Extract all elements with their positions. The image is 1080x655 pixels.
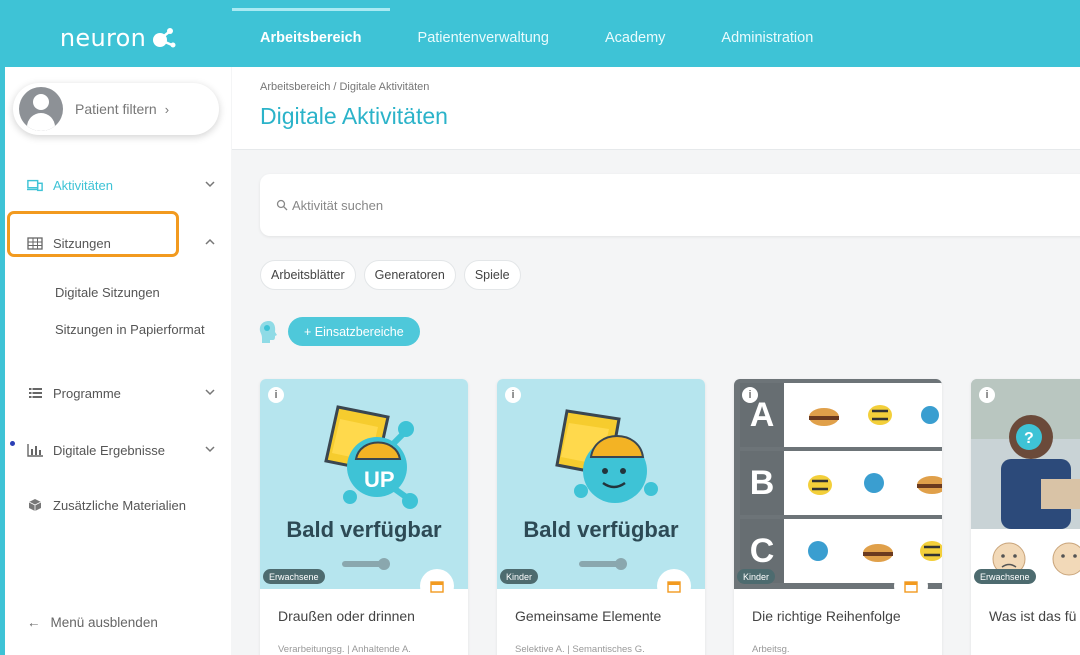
sidebar-subitem-digitale-sitzungen[interactable]: Digitale Sitzungen <box>55 285 160 300</box>
search-bar <box>260 174 1080 236</box>
hide-menu-label: Menü ausblenden <box>50 615 158 630</box>
sidebar-subitem-sitzungen-papier[interactable]: Sitzungen in Papierformat <box>55 322 205 337</box>
activity-card[interactable]: i Bald verfügbar Kinder Gemeinsame Eleme… <box>497 379 705 655</box>
chip-generatoren[interactable]: Generatoren <box>363 260 456 290</box>
sequence-row: B <box>740 451 942 515</box>
einsatzbereiche-button[interactable]: + Einsatzbereiche <box>288 317 420 346</box>
chevron-down-icon <box>205 446 215 453</box>
filter-chips: Arbeitsblätter Generatoren Spiele <box>260 260 521 290</box>
search-input[interactable] <box>292 197 992 213</box>
svg-text:UP: UP <box>364 467 395 492</box>
card-title: Was ist das fü Gesichtsausdr <box>989 608 1080 624</box>
arrow-left-icon: ← <box>27 615 41 630</box>
logo-mark-icon <box>148 27 176 49</box>
sequence-letter: B <box>740 451 784 515</box>
construction-illustration: UP <box>324 405 418 570</box>
audience-badge: Erwachsene <box>263 569 325 584</box>
sidebar: Patient filtern › Aktivitäten Sitzungen … <box>5 67 231 655</box>
brain-head-icon <box>259 320 277 343</box>
hide-menu-button[interactable]: ← Menü ausblenden <box>27 615 158 630</box>
page-header: Arbeitsbereich / Digitale Aktivitäten Di… <box>232 67 1080 150</box>
calendar-icon <box>430 580 444 593</box>
audience-badge: Erwachsene <box>974 569 1036 584</box>
sidebar-item-label: Programme <box>53 385 121 401</box>
info-icon[interactable]: i <box>742 387 758 403</box>
chevron-down-icon <box>205 389 215 396</box>
activity-card[interactable]: A B C i Kinder Die richtige Reihenfolge … <box>734 379 942 655</box>
sidebar-item-digitale-ergebnisse[interactable]: Digitale Ergebnisse <box>5 432 231 468</box>
sequence-row: A <box>740 383 942 447</box>
devices-icon <box>27 178 43 192</box>
chip-arbeitsblaetter[interactable]: Arbeitsblätter <box>260 260 356 290</box>
chip-spiele[interactable]: Spiele <box>463 260 521 290</box>
chart-icon <box>27 443 43 457</box>
list-icon <box>27 386 43 400</box>
info-icon[interactable]: i <box>979 387 995 403</box>
sidebar-item-label: Digitale Ergebnisse <box>53 442 166 458</box>
nav-administration[interactable]: Administration <box>693 8 841 67</box>
card-image: UP i Bald verfügbar Erwachsene <box>260 379 468 589</box>
svg-text:?: ? <box>1024 430 1034 447</box>
construction-illustration <box>555 409 658 570</box>
sidebar-item-aktivitaeten[interactable]: Aktivitäten <box>5 167 231 203</box>
audience-badge: Kinder <box>500 569 539 584</box>
info-icon[interactable]: i <box>505 387 521 403</box>
card-title: Gemeinsame Elemente <box>515 608 662 624</box>
chevron-up-icon <box>205 238 215 245</box>
audience-badge: Kinder <box>737 569 776 584</box>
card-title: Draußen oder drinnen <box>278 608 415 624</box>
highlight-box <box>7 211 179 257</box>
sidebar-item-zusaetzliche-materialien[interactable]: Zusätzliche Materialien <box>5 487 231 523</box>
sidebar-item-label: Aktivitäten <box>53 177 113 193</box>
calendar-button[interactable] <box>420 569 454 603</box>
einsatzbereiche-row: + Einsatzbereiche <box>258 317 420 346</box>
main-nav: Arbeitsbereich Patientenverwaltung Acade… <box>232 8 841 67</box>
avatar-icon <box>19 87 63 131</box>
sequence-items <box>809 405 939 426</box>
search-icon <box>276 199 288 211</box>
card-tags: Selektive A. | Semantisches G. <box>515 644 645 655</box>
sidebar-item-programme[interactable]: Programme <box>5 375 231 411</box>
card-tags: Arbeitsg. <box>752 644 790 655</box>
calendar-icon <box>904 580 918 593</box>
card-image: ? i Erwachsene <box>971 379 1080 589</box>
patient-filter-label: Patient filtern <box>75 101 157 117</box>
coming-soon-label: Bald verfügbar <box>523 517 679 542</box>
info-icon[interactable]: i <box>268 387 284 403</box>
coming-soon-label: Bald verfügbar <box>286 517 442 542</box>
activity-card[interactable]: UP i Bald verfügbar Erwachsene Draußen o… <box>260 379 468 655</box>
calendar-button[interactable] <box>657 569 691 603</box>
app-frame: neuron Arbeitsbereich Patientenverwaltun… <box>5 8 1080 655</box>
logo-text: neuron <box>59 23 147 52</box>
top-navigation-bar: neuron Arbeitsbereich Patientenverwaltun… <box>5 8 1080 67</box>
sequence-items <box>808 473 942 495</box>
box-icon <box>27 498 43 512</box>
card-image: i Bald verfügbar Kinder <box>497 379 705 589</box>
card-title: Die richtige Reihenfolge <box>752 608 901 624</box>
card-tags: Verarbeitungsg. | Anhaltende A. <box>278 644 411 655</box>
calendar-icon <box>667 580 681 593</box>
nav-academy[interactable]: Academy <box>577 8 693 67</box>
chevron-right-icon: › <box>164 101 170 117</box>
breadcrumb[interactable]: Arbeitsbereich / Digitale Aktivitäten <box>260 81 429 93</box>
chevron-down-icon <box>205 181 215 188</box>
patient-filter-button[interactable]: Patient filtern › <box>13 83 219 135</box>
logo[interactable]: neuron <box>5 8 231 67</box>
calendar-button[interactable] <box>894 569 928 603</box>
sidebar-item-label: Zusätzliche Materialien <box>53 497 186 513</box>
card-image: A B C i Kinder <box>734 379 942 589</box>
page-title: Digitale Aktivitäten <box>260 103 448 129</box>
activity-card[interactable]: ? i Erwachsene Was ist das fü Gesichtsau… <box>971 379 1080 655</box>
nav-patientenverwaltung[interactable]: Patientenverwaltung <box>390 8 577 67</box>
nav-arbeitsbereich[interactable]: Arbeitsbereich <box>232 8 390 67</box>
